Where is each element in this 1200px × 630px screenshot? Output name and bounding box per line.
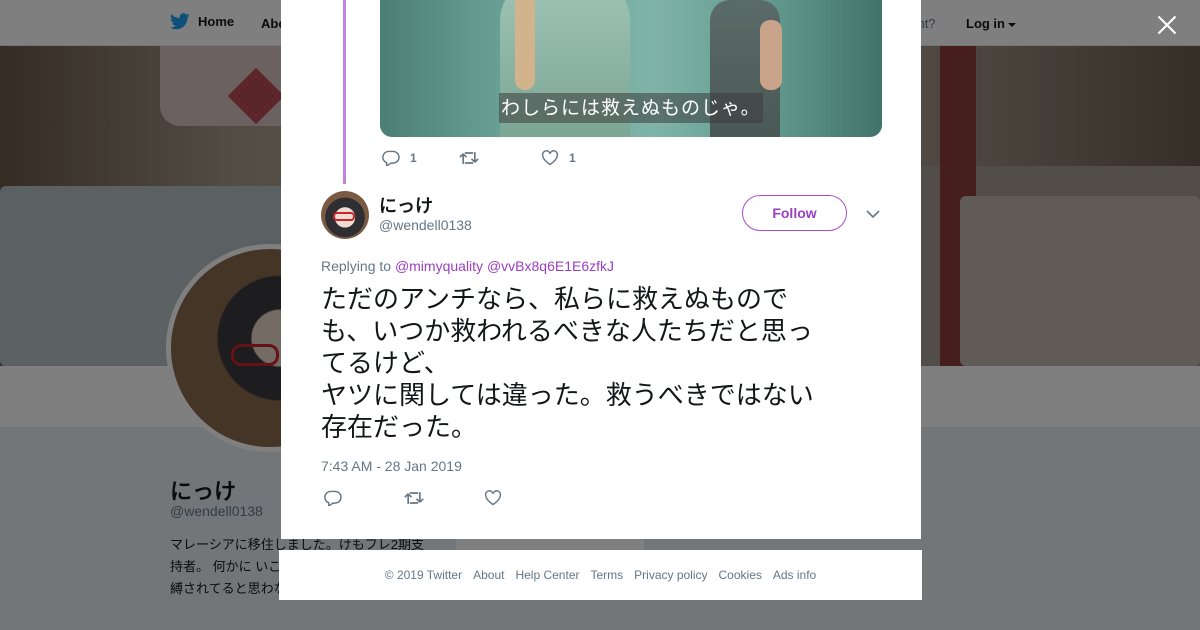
reply-button[interactable] bbox=[324, 490, 404, 506]
retweet-icon bbox=[459, 150, 479, 166]
retweet-icon bbox=[404, 490, 424, 506]
like-button[interactable]: 1 bbox=[541, 150, 576, 166]
like-count: 1 bbox=[569, 151, 576, 165]
mention-link-1[interactable]: @mimyquality bbox=[395, 258, 483, 274]
reply-icon bbox=[382, 150, 400, 166]
replying-prefix: Replying to bbox=[321, 258, 392, 274]
quoted-tweet-media[interactable]: わしらには救えぬものじゃ。 bbox=[380, 0, 882, 137]
mention-link-2[interactable]: @vvBx8q6E1E6zfkJ bbox=[487, 258, 614, 274]
quoted-tweet-actions: 1 1 bbox=[382, 150, 576, 166]
tweet-author-name[interactable]: にっけ bbox=[379, 192, 433, 218]
footer-link-help-center[interactable]: Help Center bbox=[515, 568, 579, 582]
tweet-author-handle[interactable]: @wendell0138 bbox=[379, 217, 472, 233]
footer-link-privacy[interactable]: Privacy policy bbox=[634, 568, 707, 582]
tweet-permalink-modal: わしらには救えぬものじゃ。 1 1 にっけ @wendell0138 Follo… bbox=[281, 0, 921, 539]
retweet-button[interactable] bbox=[459, 150, 541, 166]
tweet-author-avatar[interactable] bbox=[321, 191, 369, 239]
heart-icon bbox=[484, 490, 502, 506]
retweet-button[interactable] bbox=[404, 490, 484, 506]
tweet-actions bbox=[324, 490, 502, 506]
modal-footer: © 2019 Twitter About Help Center Terms P… bbox=[279, 550, 922, 600]
footer-link-terms[interactable]: Terms bbox=[590, 568, 623, 582]
reply-icon bbox=[324, 490, 342, 506]
thread-connector-line bbox=[343, 0, 346, 184]
replying-to-line: Replying to @mimyquality @vvBx8q6E1E6zfk… bbox=[321, 258, 614, 274]
close-icon[interactable] bbox=[1154, 12, 1180, 38]
footer-link-cookies[interactable]: Cookies bbox=[719, 568, 762, 582]
media-subtitle-text: わしらには救えぬものじゃ。 bbox=[499, 93, 763, 123]
tweet-timestamp[interactable]: 7:43 AM - 28 Jan 2019 bbox=[321, 458, 462, 474]
follow-button[interactable]: Follow bbox=[742, 195, 847, 231]
heart-icon bbox=[541, 150, 559, 166]
chevron-down-icon[interactable] bbox=[865, 206, 881, 222]
footer-link-about[interactable]: About bbox=[473, 568, 504, 582]
reply-count: 1 bbox=[410, 151, 417, 165]
like-button[interactable] bbox=[484, 490, 502, 506]
tweet-text: ただのアンチなら、私らに救えぬもので も、いつか救われるべきな人たちだと思っ て… bbox=[321, 285, 814, 443]
footer-link-ads-info[interactable]: Ads info bbox=[773, 568, 816, 582]
reply-button[interactable]: 1 bbox=[382, 150, 459, 166]
footer-copyright: © 2019 Twitter bbox=[384, 568, 463, 582]
